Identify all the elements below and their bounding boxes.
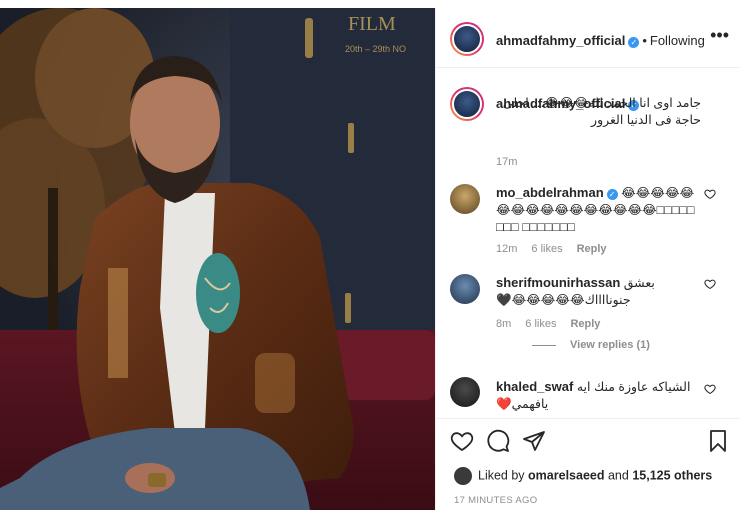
post-timestamp[interactable]: 17 MINUTES AGO <box>454 495 537 506</box>
verified-badge-icon: ✓ <box>606 189 618 200</box>
comment-likes[interactable]: 6 likes <box>531 243 562 255</box>
instagram-post: FILM 20th – 29th NO ahmadfahmy_official … <box>0 0 740 510</box>
comments-list[interactable]: ahmadfahmy_official ✓ جامد اوى انا الحمد … <box>436 69 740 417</box>
commenter-avatar[interactable] <box>450 274 480 304</box>
photo-illustration: FILM 20th – 29th NO <box>0 8 435 510</box>
comment-like-heart-icon[interactable] <box>704 188 716 200</box>
liked-by-and: and <box>607 468 629 483</box>
backdrop-film-text: FILM <box>348 13 396 35</box>
comment-time: 12m <box>496 243 518 255</box>
post-actions: Liked by omarelsaeed and 15,125 others 1… <box>436 418 740 510</box>
caption-text: جامد اوى انا الحمد لله😂😂😂… احلى حاجة فى … <box>502 96 701 127</box>
paper-plane-icon[interactable] <box>522 429 546 453</box>
caption-meta: 17m <box>496 156 531 168</box>
caption-text-block: جامد اوى انا الحمد لله😂😂😂… احلى حاجة فى … <box>496 95 701 129</box>
liked-by-user[interactable]: omarelsaeed <box>528 468 604 482</box>
comment-meta: 8m 6 likes Reply <box>496 318 614 330</box>
comment-item: khaled_swaf الشياكه عاوزة منك ايه يافهمي… <box>436 369 740 417</box>
more-options-icon[interactable]: ••• <box>710 26 729 44</box>
view-replies-label: View replies (1) <box>570 339 650 351</box>
comment-text-block: khaled_swaf الشياكه عاوزة منك ايه يافهمي… <box>496 378 701 413</box>
comment-text-block: sherifmounirhassan بعشق جنونااااك😂😂😂😂😂🖤 <box>496 274 701 309</box>
liked-by-prefix: Liked by <box>478 468 525 483</box>
caption-avatar[interactable] <box>450 87 484 121</box>
post-side-panel: ahmadfahmy_official ✓ • Following ••• ahmad… <box>435 8 740 510</box>
view-replies-button[interactable]: View replies (1) <box>532 339 650 351</box>
commenter-username[interactable]: sherifmounirhassan <box>496 275 620 290</box>
replies-divider-line <box>532 344 556 346</box>
comment-like-heart-icon[interactable] <box>704 383 716 395</box>
caption: ahmadfahmy_official ✓ جامد اوى انا الحمد … <box>436 69 740 169</box>
following-button[interactable]: Following <box>650 33 705 48</box>
author-avatar[interactable] <box>450 22 484 56</box>
caption-time: 17m <box>496 156 518 168</box>
comment-meta: 12m 6 likes Reply <box>496 243 621 255</box>
header-separator: • <box>642 33 647 48</box>
commenter-avatar[interactable] <box>450 377 480 407</box>
reply-button[interactable]: Reply <box>577 243 607 255</box>
header-identity: ahmadfahmy_official ✓ • Following <box>496 32 705 50</box>
commenter-username[interactable]: mo_abdelrahman <box>496 185 604 200</box>
verified-badge-icon: ✓ <box>628 37 640 48</box>
comment-item: sherifmounirhassan بعشق جنونااااك😂😂😂😂😂🖤 … <box>436 264 740 364</box>
comment-likes[interactable]: 6 likes <box>525 318 556 330</box>
heart-icon[interactable] <box>450 429 474 453</box>
post-header: ahmadfahmy_official ✓ • Following ••• <box>436 8 740 68</box>
comment-like-heart-icon[interactable] <box>704 278 716 290</box>
comment-icon[interactable] <box>486 429 510 453</box>
commenter-username[interactable]: khaled_swaf <box>496 379 573 394</box>
backdrop-dates-text: 20th – 29th NO <box>345 44 406 54</box>
commenter-avatar[interactable] <box>450 184 480 214</box>
bookmark-icon[interactable] <box>706 429 730 453</box>
liked-by-summary: Liked by omarelsaeed and 15,125 others <box>454 467 712 485</box>
comment-item: mo_abdelrahman ✓ 😂😂😂😂😂😂😂😂😂😂😂😂😂😂😂😂□□□□□□□□… <box>436 174 740 259</box>
liker-avatar[interactable] <box>454 467 472 485</box>
author-username[interactable]: ahmadfahmy_official <box>496 33 625 48</box>
post-photo[interactable]: FILM 20th – 29th NO <box>0 8 435 510</box>
reply-button[interactable]: Reply <box>570 318 600 330</box>
liked-by-count[interactable]: 15,125 others <box>632 468 712 482</box>
comment-time: 8m <box>496 318 512 330</box>
comment-text-block: mo_abdelrahman ✓ 😂😂😂😂😂😂😂😂😂😂😂😂😂😂😂😂□□□□□□□□… <box>496 184 701 236</box>
